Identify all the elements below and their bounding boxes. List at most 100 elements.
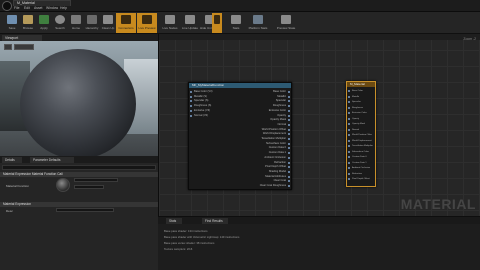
pin-circle-icon[interactable] [348,123,350,125]
pin-circle-icon[interactable] [288,128,290,131]
result-input-pin[interactable]: Opacity [347,117,375,121]
pin-circle-icon[interactable] [348,161,350,164]
result-input-pin[interactable]: Custom Data 1 [347,161,375,165]
live-nodes-button[interactable]: Live Nodes [160,13,180,33]
function-output-pin[interactable]: World Displacement [189,132,291,136]
platform-stats-button[interactable]: Platform Stats [248,13,268,33]
pin-circle-icon[interactable] [190,95,192,98]
tab-stats[interactable]: Stats [166,218,182,224]
pin-circle-icon[interactable] [288,123,290,126]
live-update-button[interactable]: Live Update [180,13,200,33]
result-input-pin[interactable]: Emissive Color [347,111,375,115]
pin-circle-icon[interactable] [288,175,290,178]
pin-circle-icon[interactable] [288,142,290,145]
connectors-button[interactable]: Connectors [116,13,136,33]
pin-circle-icon[interactable] [288,138,290,140]
function-output-pin[interactable]: Opacity Mask [189,118,291,122]
options-button[interactable] [212,13,222,33]
result-input-pin[interactable]: Specular [347,100,375,104]
pin-circle-icon[interactable] [348,112,350,114]
details-search-input[interactable] [2,165,156,170]
result-input-pin[interactable]: Subsurface Color [347,150,375,154]
result-input-pin[interactable]: Opacity Mask [347,122,375,126]
pin-circle-icon[interactable] [190,105,192,108]
result-input-pin[interactable]: Custom Data 0 [347,155,375,159]
material-function-browse[interactable] [74,185,104,189]
pin-circle-icon[interactable] [288,100,290,103]
function-output-pin[interactable]: Clear Coat Roughness [189,184,291,188]
pin-circle-icon[interactable] [288,185,290,187]
function-output-pin[interactable]: Custom Data 1 [189,151,291,155]
material-function-thumbnail[interactable] [56,178,70,192]
pin-circle-icon[interactable] [348,117,350,120]
result-input-pin[interactable]: Tessellation Multiplier [347,144,375,148]
function-output-pin[interactable]: Pixel Depth Offset [189,165,291,169]
pin-circle-icon[interactable] [348,145,350,147]
result-input-pin[interactable]: Ambient Occlusion [347,166,375,170]
pin-circle-icon[interactable] [348,95,350,98]
perspective-button[interactable] [14,44,34,50]
pin-circle-icon[interactable] [190,114,192,117]
pin-circle-icon[interactable] [348,167,350,169]
function-output-pin[interactable]: Roughness Roughness (S) [189,104,291,108]
pin-circle-icon[interactable] [348,150,350,153]
stats-button[interactable]: Stats [226,13,246,33]
pin-circle-icon[interactable] [348,156,350,158]
tab-find-results[interactable]: Find Results [202,218,228,224]
function-output-pin[interactable]: Normal [189,123,291,127]
pin-circle-icon[interactable] [288,91,290,93]
pin-circle-icon[interactable] [190,91,192,93]
result-input-pin[interactable]: Pixel Depth Offset [347,177,375,181]
function-output-pin[interactable]: Material Attributes [189,175,291,179]
result-input-pin[interactable]: World Position Offset [347,133,375,137]
result-input-pin[interactable]: Base Color [347,89,375,93]
function-output-pin[interactable]: Custom Data 0 [189,146,291,150]
material-graph[interactable]: Zoom -2 MF_MyMaterialFunction Base Color… [158,34,480,216]
function-output-pin[interactable]: Opacity Normal (V3) [189,114,291,118]
function-output-pin[interactable]: Tessellation Multiplier [189,137,291,141]
pin-circle-icon[interactable] [288,161,290,164]
preview-viewport[interactable] [0,41,158,156]
material-result-node[interactable]: M_Material Base Color Metallic Specular Rou… [346,81,376,187]
function-output-pin[interactable]: Ambient Occlusion [189,156,291,160]
pin-circle-icon[interactable] [288,156,290,159]
material-function-field[interactable] [74,178,118,182]
menu-file[interactable]: File [14,6,19,10]
function-output-pin[interactable]: Specular Specular (S) [189,99,291,103]
pin-circle-icon[interactable] [288,95,290,98]
preview-state-button[interactable]: Preview State [276,13,296,33]
function-output-pin[interactable]: Shading Model [189,170,291,174]
pin-circle-icon[interactable] [288,109,290,112]
pin-circle-icon[interactable] [288,180,290,183]
result-input-pin[interactable]: Normal [347,128,375,132]
function-output-pin[interactable]: Emissive Color Emissive (V3) [189,109,291,113]
pin-circle-icon[interactable] [288,152,290,155]
pin-circle-icon[interactable] [348,101,350,103]
pin-circle-icon[interactable] [288,133,290,136]
function-output-pin[interactable]: Base Color Base Color (V3) [189,90,291,94]
result-input-pin[interactable]: World Displacement [347,139,375,143]
menu-window[interactable]: Window [46,6,58,10]
function-call-node[interactable]: MF_MyMaterialFunction Base Color Base Col… [188,82,292,190]
function-output-pin[interactable]: World Position Offset [189,128,291,132]
category-material-expression[interactable]: Material Expression [0,202,158,207]
pin-circle-icon[interactable] [288,147,290,150]
pin-circle-icon[interactable] [348,172,350,175]
tab-details[interactable]: Details [2,157,22,163]
viewport-menu-icon[interactable] [4,44,12,50]
pin-circle-icon[interactable] [288,114,290,117]
tab-parameter-defaults[interactable]: Parameter Defaults [30,157,74,163]
pin-circle-icon[interactable] [348,90,350,92]
pin-circle-icon[interactable] [348,134,350,136]
clean-up-button[interactable]: Clean Up [98,13,118,33]
result-input-pin[interactable]: Refraction [347,172,375,176]
pin-circle-icon[interactable] [288,119,290,122]
menu-asset[interactable]: Asset [34,6,42,10]
pin-circle-icon[interactable] [348,106,350,109]
pin-circle-icon[interactable] [190,100,192,103]
pin-circle-icon[interactable] [348,178,350,180]
function-output-pin[interactable]: Clear Coat [189,179,291,183]
result-input-pin[interactable]: Roughness [347,106,375,110]
pin-circle-icon[interactable] [348,128,350,131]
desc-field[interactable] [56,208,114,212]
